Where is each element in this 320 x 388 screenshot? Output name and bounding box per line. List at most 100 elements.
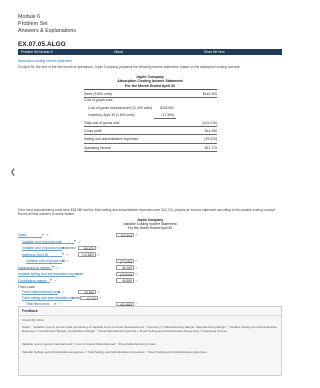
feedback-explanation: Sales − Variable Cost of Goods Sold (con… <box>22 325 277 334</box>
row-label: Inventory, April 30 (1,600 units) <box>88 113 135 117</box>
form-row: Variable cost of goods sold: ▾ ✓ <box>18 238 282 245</box>
check-icon: ✓ <box>97 289 101 295</box>
row-value: (17,590) <box>161 113 174 117</box>
check-icon: ✓ <box>135 277 139 283</box>
dropdown-arrow-icon[interactable]: ▾ <box>72 296 74 300</box>
form-row: Contribution margin ▾ ✓ 48,850 ✓ <box>18 277 282 284</box>
statement2-period: For the Month Ended April 30 <box>127 226 173 231</box>
check-icon: ✓ <box>54 277 58 283</box>
dropdown-arrow-icon[interactable]: ▾ <box>42 233 44 237</box>
variable-statement-header: Joplin Company Variable Costing Income S… <box>0 218 300 231</box>
check-icon: ✓ <box>56 264 60 270</box>
line-item-select[interactable]: Variable cost of goods manufactured <box>22 246 75 251</box>
check-icon: ✓ <box>62 289 66 295</box>
tab-problem-set[interactable]: Problem Set Module 6 <box>18 50 100 54</box>
check-icon: ✓ <box>66 258 70 264</box>
row-label: Sales (9,800 units) <box>84 92 113 96</box>
dropdown-arrow-icon[interactable]: ▾ <box>52 265 54 269</box>
row-label: Operating income <box>84 146 111 150</box>
row-label: Selling and administrative expenses <box>84 137 139 141</box>
row-value: (101,010) <box>202 121 217 125</box>
amount-input[interactable]: (77,040) <box>116 258 134 264</box>
line-item-select[interactable]: Inventory, April 30 <box>22 253 62 258</box>
row-separator <box>84 126 217 127</box>
chevron-left-icon[interactable]: ❮ <box>10 168 16 176</box>
amount-input[interactable]: (16,510) <box>116 271 134 277</box>
exercise-title: EX.07.05.ALGO <box>18 41 66 48</box>
intro-text: On April 30, the end of the first month … <box>18 64 241 69</box>
row-separator <box>84 134 217 135</box>
header-rule <box>84 89 217 90</box>
dropdown-arrow-icon[interactable]: ▾ <box>76 272 78 276</box>
feedback-divider <box>19 315 283 316</box>
feedback-title: Feedback <box>22 309 38 313</box>
amount-input[interactable]: 65,360 <box>116 265 134 270</box>
amount-input[interactable]: 89,620 <box>78 245 96 251</box>
check-icon: ✓ <box>76 295 80 301</box>
line-item-select[interactable]: Contribution margin <box>18 279 50 284</box>
form-row: Manufacturing margin ▾ ✓ 65,360 ✓ <box>18 264 282 271</box>
row-separator <box>84 151 217 152</box>
row-separator <box>84 142 217 144</box>
tab-show-me-how[interactable]: Show Me How <box>182 50 225 54</box>
row-label: Cost of goods manufactured (11,400 units… <box>88 106 153 110</box>
feedback-check-label: Check My Work <box>22 318 44 322</box>
check-icon: ✓ <box>97 245 101 251</box>
absorption-statement: Joplin Company Absorption Costing Income… <box>18 75 282 152</box>
dropdown-arrow-icon[interactable]: ▾ <box>54 302 56 306</box>
check-icon: ✓ <box>66 245 70 251</box>
check-icon: ✓ <box>135 258 139 264</box>
line-item-select[interactable]: Manufacturing margin <box>18 266 52 271</box>
feedback-hint: Variable Selling and Administrative Expe… <box>22 350 208 354</box>
check-icon: ✓ <box>135 264 139 270</box>
check-icon: ✓ <box>99 295 103 301</box>
line-item-select[interactable]: Variable selling and administrative expe… <box>18 272 83 277</box>
dropdown-arrow-icon[interactable]: ▾ <box>62 252 64 256</box>
row-value: $12,170 <box>204 146 217 150</box>
amount-input[interactable]: 142,400 <box>116 232 134 238</box>
form-row: Inventory, April 30 ▾ ✓ (12,580) ✓ <box>18 251 282 258</box>
form-row: Fixed selling and administrative expense… <box>18 295 282 301</box>
feedback-panel: Feedback Check My Work Sales − Variable … <box>18 306 283 376</box>
form-row: Variable cost of goods sold ▾ ✓ (77,040)… <box>18 258 282 264</box>
dropdown-arrow-icon[interactable]: ▾ <box>74 239 76 243</box>
form-row: Sales ▾ ✓ 142,400 ✓ <box>18 232 282 238</box>
instructions-text: If the fixed manufacturing costs were $2… <box>18 208 276 217</box>
check-icon: ✓ <box>80 271 84 277</box>
tab-bar: Problem Set Module 6 eBook Show Me How <box>18 49 282 55</box>
row-label: Gross profit <box>84 129 102 133</box>
row-label: Cost of goods sold: <box>84 98 114 102</box>
statement-period: For the Month Ended April 30 <box>125 83 175 88</box>
dropdown-arrow-icon[interactable]: ▾ <box>58 290 60 294</box>
form-row: Variable cost of goods manufactured ▾ ✓ … <box>18 245 282 251</box>
tab-ebook[interactable]: eBook <box>100 50 182 54</box>
line-item-select[interactable]: Variable cost of goods sold <box>26 259 65 264</box>
dropdown-arrow-icon[interactable]: ▾ <box>50 278 52 282</box>
page-header: Module 6 Problem Set Answers & Explanati… <box>18 14 76 34</box>
amount-input[interactable]: 12,710 <box>80 295 98 301</box>
check-icon: ✓ <box>78 238 82 244</box>
amount-input[interactable]: 48,850 <box>116 278 134 283</box>
problem-set-label: Problem Set <box>18 20 48 27</box>
row-label: Total cost of goods sold <box>84 121 120 125</box>
dropdown-arrow-icon[interactable]: ▾ <box>62 259 64 263</box>
dropdown-arrow-icon[interactable]: ▾ <box>62 246 64 250</box>
amount-input[interactable]: 28,980 <box>78 289 96 295</box>
row-value: $118,600 <box>160 106 174 110</box>
line-item-select[interactable]: Variable cost of goods sold: <box>22 240 74 245</box>
line-item-select[interactable]: Fixed selling and administrative expense… <box>22 296 83 301</box>
row-value: $41,390 <box>204 129 217 133</box>
form-row: Variable selling and administrative expe… <box>18 271 282 277</box>
check-icon: ✓ <box>66 251 70 257</box>
form-row: Fixed manufacturing costs ▾ ✓ 28,980 ✓ <box>18 289 282 295</box>
amount-input[interactable]: (12,580) <box>78 252 96 257</box>
subtotal-rule <box>154 117 176 119</box>
line-item-select[interactable]: Sales <box>18 233 42 238</box>
feedback-hint: Variable cost of goods manufactured = Co… <box>22 342 157 346</box>
module-label: Module 6 <box>18 14 41 20</box>
row-value: (29,220) <box>204 137 217 141</box>
topic-link[interactable]: Absorption costing income statement <box>18 59 282 63</box>
intro-section: Absorption costing income statement On A… <box>18 59 282 69</box>
check-icon: ✓ <box>135 232 139 238</box>
line-item-select[interactable]: Fixed manufacturing costs <box>22 290 60 295</box>
